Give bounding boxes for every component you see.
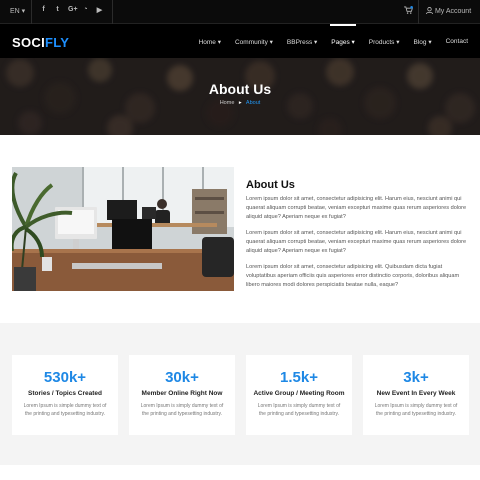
youtube-icon[interactable]: ▶ [96, 6, 103, 14]
stat-card: 530k+ Stories / Topics Created Lorem Ips… [12, 355, 118, 435]
stat-description: Lorem Ipsum is simply dummy text of the … [257, 403, 341, 417]
about-heading: About Us [246, 179, 295, 191]
stat-number: 30k+ [165, 369, 199, 386]
nav-bbpress[interactable]: BBPress ▾ [287, 38, 317, 46]
stat-label: Member Online Right Now [141, 390, 223, 397]
stat-card: 30k+ Member Online Right Now Lorem Ipsum… [129, 355, 235, 435]
stat-number: 1.5k+ [280, 369, 318, 386]
top-bar: EN ▾ f t G+ ◔ ▶ My Account [0, 0, 480, 24]
user-icon [426, 7, 433, 15]
nav-products[interactable]: Products ▾ [369, 38, 400, 46]
about-paragraph: Lorem ipsum dolor sit amet, consectetur … [246, 230, 467, 254]
logo-accent: FLY [44, 35, 70, 50]
google-plus-icon[interactable]: G+ [68, 6, 78, 14]
stat-label: Active Group / Meeting Room [253, 390, 345, 397]
nav-contact[interactable]: Contact [446, 38, 468, 46]
stat-card: 1.5k+ Active Group / Meeting Room Lorem … [246, 355, 352, 435]
main-header: SOCIFLY Home ▾ Community ▾ BBPress ▾ Pag… [0, 24, 480, 58]
my-account-link[interactable]: My Account [426, 7, 471, 15]
stat-label: Stories / Topics Created [28, 390, 102, 397]
breadcrumb-separator: ▸ [238, 100, 242, 106]
main-nav: Home ▾ Community ▾ BBPress ▾ Pages ▾ Pro… [199, 24, 468, 46]
stat-description: Lorem Ipsum is simply dummy text of the … [374, 403, 458, 417]
about-paragraph: Lorem ipsum dolor sit amet, consectetur … [246, 264, 460, 288]
language-select[interactable]: EN ▾ [10, 7, 25, 15]
divider [112, 0, 113, 24]
twitter-icon[interactable]: t [54, 6, 61, 14]
social-links: f t G+ ◔ ▶ [40, 6, 103, 14]
breadcrumb-home[interactable]: Home [220, 100, 235, 106]
my-account-label: My Account [434, 8, 472, 15]
stat-card: 3k+ New Event In Every Week Lorem Ipsum … [363, 355, 469, 435]
stat-number: 3k+ [403, 369, 429, 386]
logo-text: SOCI [12, 35, 45, 50]
breadcrumb: Home ▸ About [0, 100, 480, 106]
page-banner: About Us Home ▸ About [0, 58, 480, 135]
stat-label: New Event In Every Week [376, 390, 456, 397]
nav-pages[interactable]: Pages ▾ [330, 24, 356, 46]
cart-icon[interactable] [404, 6, 413, 14]
rss-icon[interactable]: ◔ [82, 6, 89, 14]
divider [418, 0, 419, 24]
about-paragraph: Lorem ipsum dolor sit amet, consectetur … [246, 196, 467, 220]
breadcrumb-current: About [245, 100, 261, 106]
stat-number: 530k+ [43, 369, 87, 386]
nav-home[interactable]: Home ▾ [199, 38, 221, 46]
nav-blog[interactable]: Blog ▾ [414, 38, 432, 46]
site-logo[interactable]: SOCIFLY [12, 35, 69, 50]
stat-description: Lorem Ipsum is simple dummy text of the … [23, 403, 107, 417]
page-title: About Us [208, 81, 272, 97]
divider [31, 0, 32, 24]
office-photo [12, 167, 234, 291]
facebook-icon[interactable]: f [40, 6, 47, 14]
nav-community[interactable]: Community ▾ [235, 38, 273, 46]
stat-description: Lorem Ipsum is simply dummy text of the … [140, 403, 224, 417]
